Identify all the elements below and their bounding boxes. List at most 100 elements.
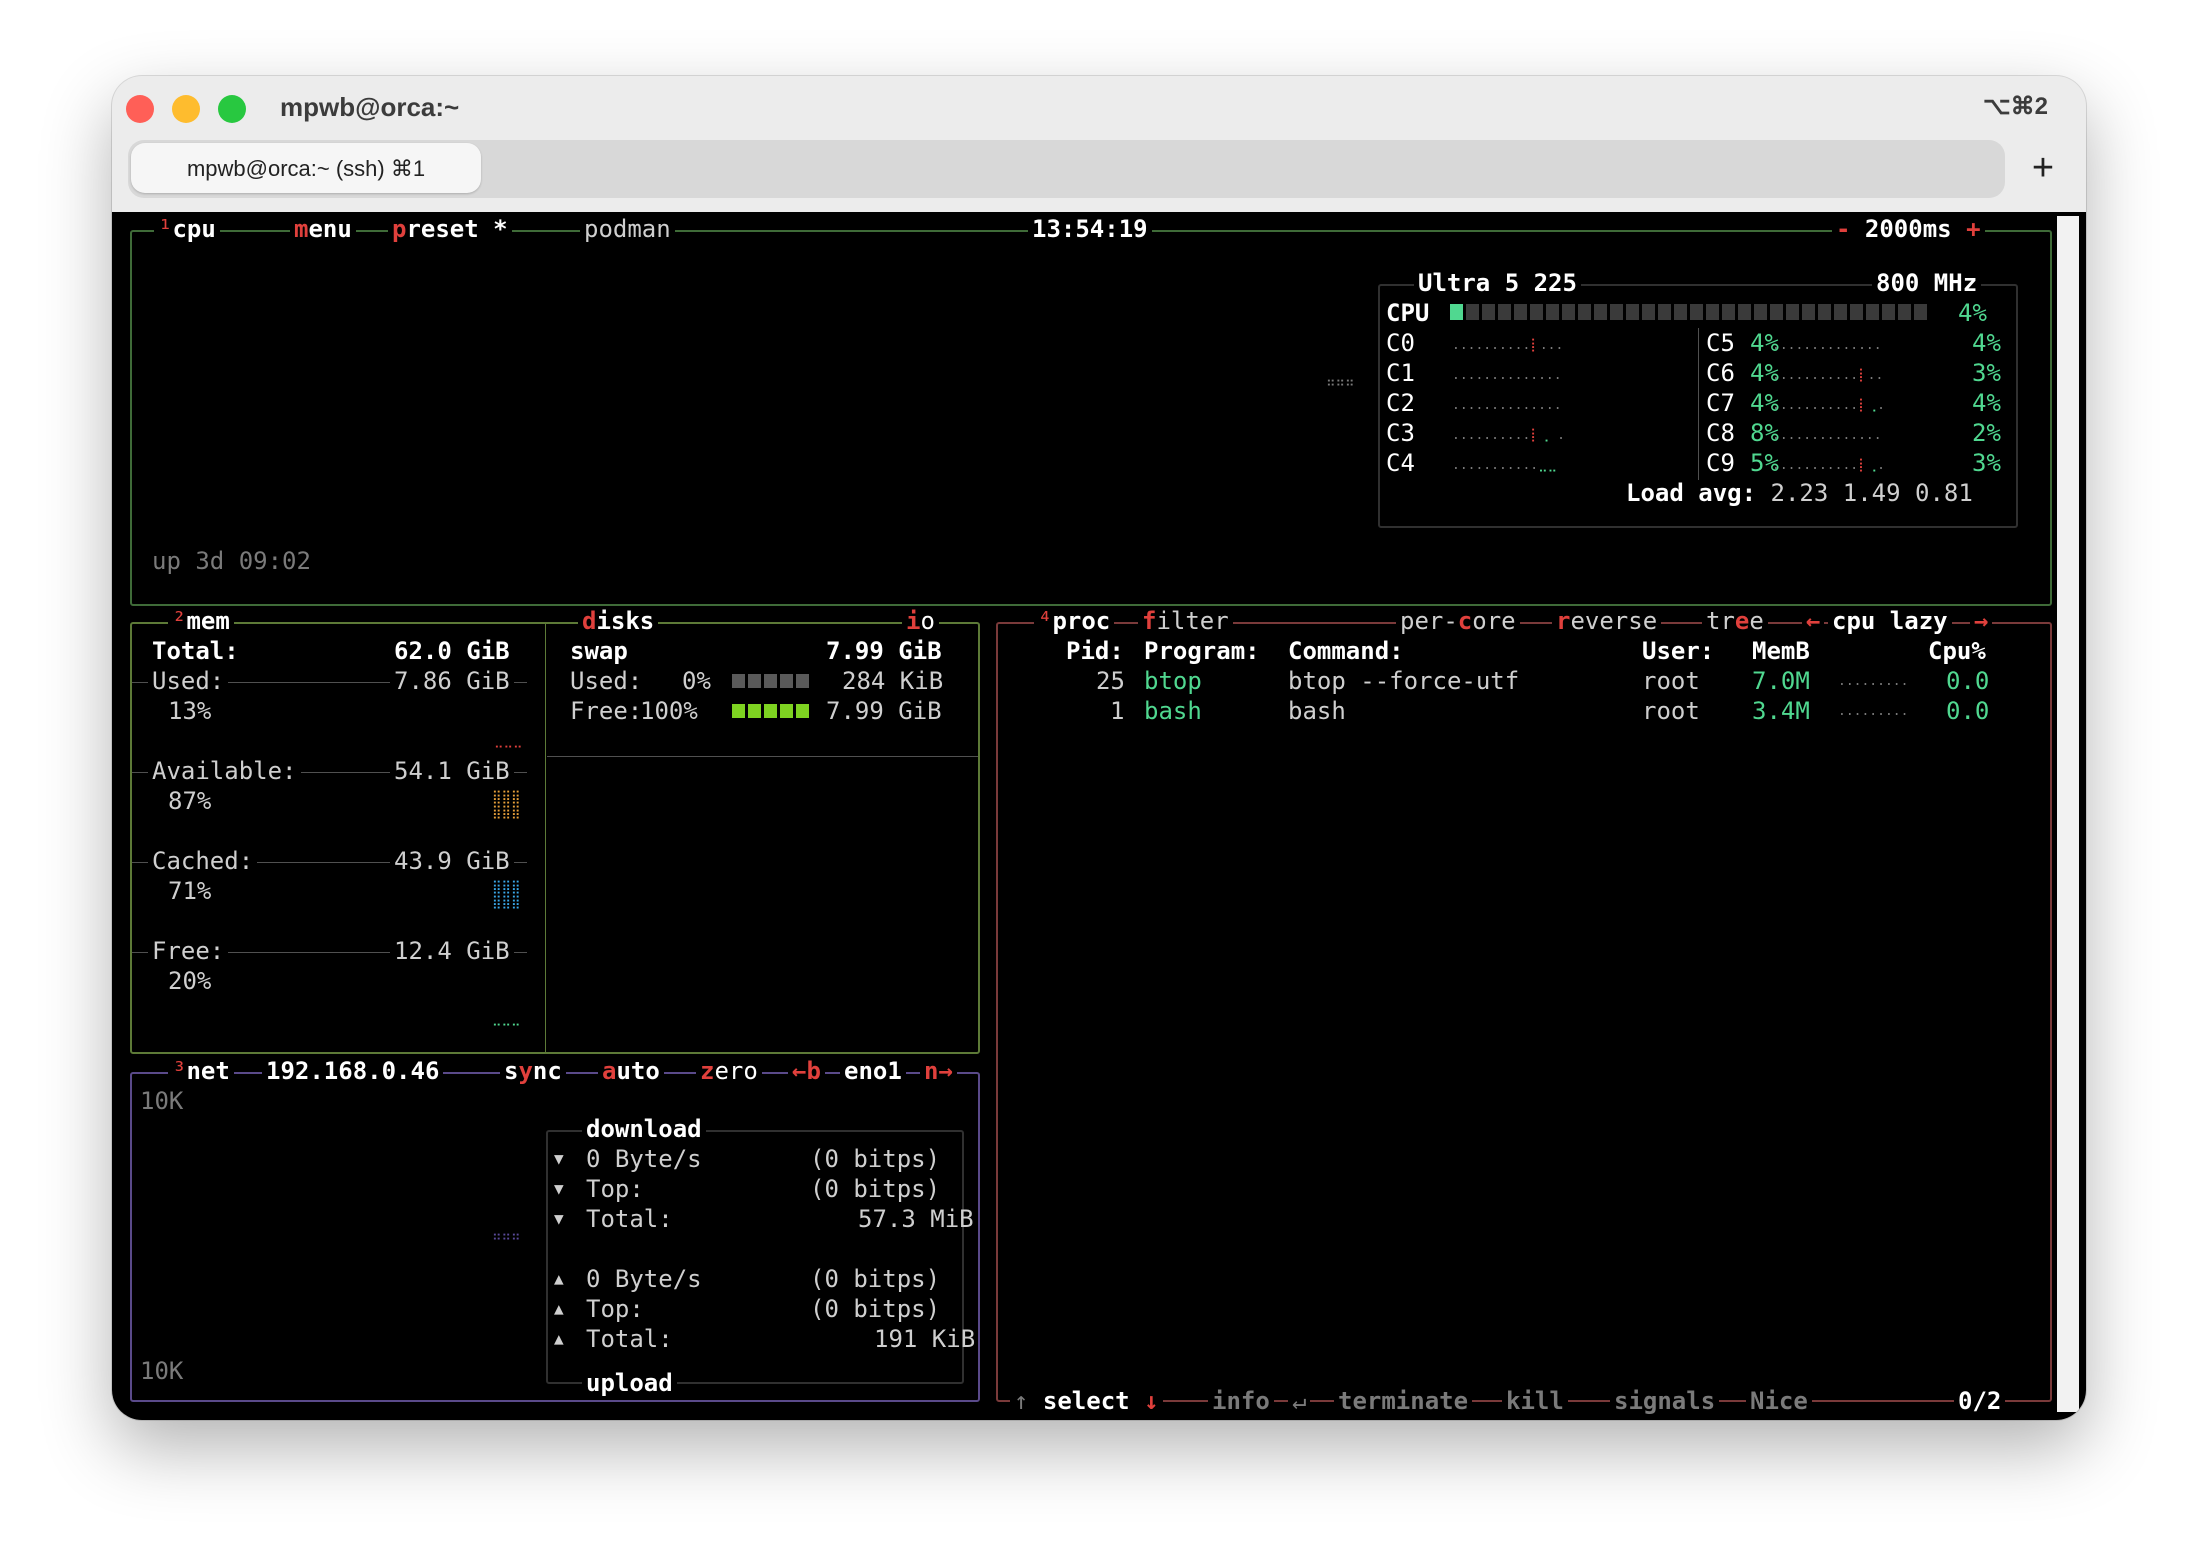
net-zero-toggle[interactable]: zero	[696, 1056, 762, 1086]
upload-value: (0 bitps)	[810, 1265, 941, 1293]
proc-info-button[interactable]: info	[1208, 1386, 1274, 1416]
proc-tree-toggle[interactable]: tree	[1702, 606, 1768, 636]
mem-total-value: 62.0 GiB	[394, 637, 510, 665]
proc-filter-button[interactable]: filter	[1138, 606, 1233, 636]
proc-enter-key: ↵	[1288, 1386, 1311, 1416]
download-label: Top:	[586, 1175, 644, 1203]
disk-free-percent: 100%	[640, 697, 698, 725]
meter-segment	[780, 674, 793, 688]
mem-total-label: Total:	[152, 637, 239, 665]
upload-value: 191 KiB	[874, 1325, 976, 1353]
cpu-menu-button[interactable]: menu	[290, 214, 356, 244]
meter-segment	[748, 704, 761, 718]
core-graph: ...........⡇..	[1772, 368, 1884, 383]
col-pid[interactable]: Pid:	[1066, 636, 1124, 666]
scrollbar[interactable]	[2057, 216, 2079, 1412]
col-memb[interactable]: MemB	[1752, 636, 1810, 666]
tab-label: mpwb@orca:~ (ssh) ⌘1	[186, 156, 426, 181]
row-cpu: 0.0	[1946, 697, 1990, 725]
table-row[interactable]: 1 bash bash root 3.4M ......... 0.0	[1002, 696, 2042, 726]
table-row[interactable]: 25 btop btop --force-utf root 7.0M .....…	[1002, 666, 2042, 696]
core-percent: 4%	[1972, 389, 2001, 417]
net-next-interface[interactable]: n→	[920, 1056, 957, 1086]
meter-segment	[1658, 304, 1671, 320]
core-label: C9	[1706, 449, 1735, 477]
proc-sort-next[interactable]: →	[1970, 606, 1993, 636]
mem-used-graph: ⣀⣀⣀	[494, 734, 523, 749]
core-label: C4	[1386, 449, 1415, 477]
meter-segment	[1642, 304, 1655, 320]
col-user[interactable]: User:	[1642, 636, 1714, 666]
core-graph: ...........⣀⣀	[1452, 458, 1558, 473]
core-label: C3	[1386, 419, 1415, 447]
row-command: btop --force-utf	[1288, 667, 1520, 695]
col-cpu[interactable]: Cpu%	[1928, 636, 1986, 666]
mem-box-title: ²mem	[168, 606, 234, 636]
mem-cached-percent: 71%	[168, 877, 212, 905]
proc-reverse-toggle[interactable]: reverse	[1552, 606, 1662, 636]
meter-segment	[1578, 304, 1591, 320]
mem-used-label: Used:	[148, 666, 229, 696]
disk-used-label: Used:	[570, 667, 643, 695]
proc-kill-button[interactable]: kill	[1502, 1386, 1568, 1416]
proc-sort-prev[interactable]: ←	[1802, 606, 1825, 636]
download-title: download	[582, 1114, 706, 1144]
meter-segment	[764, 674, 777, 688]
net-interface: eno1	[840, 1056, 906, 1086]
meter-segment	[1834, 304, 1847, 320]
proc-terminate-button[interactable]: terminate	[1334, 1386, 1473, 1416]
minimize-button[interactable]	[172, 95, 200, 123]
meter-segment	[1594, 304, 1607, 320]
col-program[interactable]: Program:	[1144, 636, 1260, 666]
proc-signals-button[interactable]: signals	[1610, 1386, 1720, 1416]
upload-arrow: ▲	[554, 1329, 564, 1348]
window-shortcut: ⌥⌘2	[1982, 93, 2048, 120]
meter-segment	[732, 704, 745, 718]
mem-available-graph: ⣿⣿⣿ ⣿⣿⣿	[492, 790, 521, 820]
disks-box-title[interactable]: disks	[578, 606, 659, 636]
cpu-preset-button[interactable]: preset *	[388, 214, 512, 244]
core-percent: 2%	[1972, 419, 2001, 447]
meter-segment	[1482, 304, 1495, 320]
update-interval[interactable]: - 2000ms +	[1832, 214, 1985, 244]
upload-title: upload	[582, 1368, 677, 1398]
row-user: root	[1642, 667, 1700, 695]
net-prev-interface[interactable]: ←b	[788, 1056, 825, 1086]
proc-nice-button[interactable]: Nice	[1746, 1386, 1812, 1416]
meter-segment	[1674, 304, 1687, 320]
core-graph: ...........⡇⢀.	[1772, 398, 1885, 413]
upload-label: Top:	[586, 1295, 644, 1323]
new-tab-button[interactable]: +	[2014, 140, 2072, 198]
io-toggle[interactable]: io	[902, 606, 939, 636]
col-command[interactable]: Command:	[1288, 636, 1404, 666]
tab-ssh[interactable]: mpwb@orca:~ (ssh) ⌘1	[131, 143, 481, 193]
core-divider	[1698, 328, 1699, 480]
meter-segment	[796, 674, 809, 688]
core-label: C8	[1706, 419, 1735, 447]
core-graph: ...........⡇⢀.	[1772, 458, 1885, 473]
download-value: (0 bitps)	[810, 1175, 941, 1203]
mem-available-value: 54.1 GiB	[390, 756, 514, 786]
net-auto-toggle[interactable]: auto	[598, 1056, 664, 1086]
proc-select-control[interactable]: ↑ select ↓	[1010, 1386, 1163, 1416]
meter-segment	[1546, 304, 1559, 320]
disk-used-meter	[732, 674, 812, 688]
meter-segment	[1690, 304, 1703, 320]
core-label: C2	[1386, 389, 1415, 417]
close-button[interactable]	[126, 95, 154, 123]
upload-label: 0 Byte/s	[586, 1265, 702, 1293]
meter-segment	[1898, 304, 1911, 320]
meter-segment	[1626, 304, 1639, 320]
zoom-button[interactable]	[218, 95, 246, 123]
net-sync-toggle[interactable]: sync	[500, 1056, 566, 1086]
disk-used-percent: 0%	[682, 667, 711, 695]
core-label: C7	[1706, 389, 1735, 417]
meter-segment	[1882, 304, 1895, 320]
mem-available-percent: 87%	[168, 787, 212, 815]
row-cpu: 0.0	[1946, 667, 1990, 695]
terminal-area[interactable]: ¹cpu menu preset * podman 13:54:19 - 200…	[112, 212, 2086, 1420]
load-average: Load avg: 2.23 1.49 0.81	[1626, 479, 1973, 507]
proc-per-core-toggle[interactable]: per-core	[1396, 606, 1520, 636]
meter-segment	[1738, 304, 1751, 320]
cpu-total-percent: 4%	[1958, 299, 1987, 327]
